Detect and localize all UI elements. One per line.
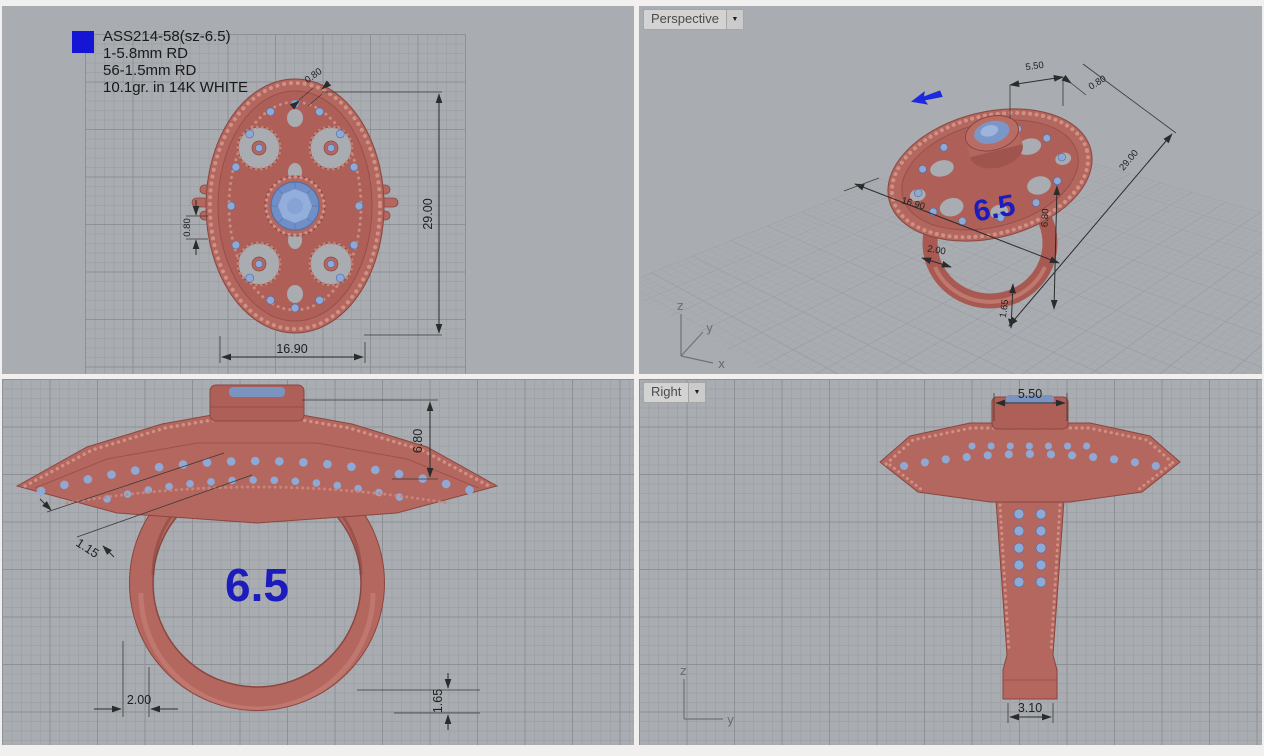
- front-bezel: [209, 384, 305, 422]
- viewport-dropdown-button[interactable]: ▼: [688, 383, 706, 402]
- annotation-line-2: 1-5.8mm RD: [103, 45, 189, 62]
- dim-bezel-width-value: 5.50: [1025, 60, 1045, 73]
- annotation-line-4: 10.1gr. in 14K WHITE: [103, 79, 249, 96]
- viewport-tab-perspective[interactable]: Perspective ▼: [643, 9, 744, 30]
- axis-z-label: z: [680, 664, 686, 678]
- dim-shank-width-right[interactable]: 3.10: [1007, 701, 1054, 723]
- layer-color-swatch: [72, 31, 94, 53]
- dim-shoulder-value: 1.15: [73, 536, 101, 561]
- dim-bead-side[interactable]: 0.80: [182, 200, 208, 255]
- viewport-right[interactable]: Right ▼ 5.50 3.10 z y: [639, 379, 1262, 745]
- viewport-top[interactable]: ASS214-58(sz-6.5) 1-5.8mm RD 56-1.5mm RD…: [2, 6, 634, 374]
- viewport-tab-right[interactable]: Right ▼: [643, 382, 707, 403]
- annotation-line-3: 56-1.5mm RD: [103, 62, 197, 79]
- ring-render-top-view[interactable]: [191, 78, 399, 334]
- viewport-perspective[interactable]: Perspective ▼ 5.50 0.80 29.00 16.90 6.80…: [639, 6, 1262, 374]
- perspective-canvas: 5.50 0.80 29.00 16.90 6.80 2.00 1.65 6.5…: [677, 60, 1177, 371]
- dim-width-1690[interactable]: 16.90: [219, 336, 366, 363]
- axis-x-label: x: [718, 357, 725, 371]
- dim-bead-value: 0.80: [1087, 73, 1109, 92]
- annotation-text: ASS214-58(sz-6.5) 1-5.8mm RD 56-1.5mm RD…: [103, 28, 248, 96]
- dim-width-value: 16.90: [276, 342, 307, 356]
- dim-band-thickness-persp-value: 1.65: [998, 299, 1011, 319]
- dim-shank-width-value: 3.10: [1018, 701, 1042, 715]
- viewport-dropdown-button[interactable]: ▼: [725, 10, 743, 29]
- dim-band-width-front-value: 2.00: [127, 693, 151, 707]
- dim-bead-side-value: 0.80: [182, 218, 193, 237]
- annotation-line-1: ASS214-58(sz-6.5): [103, 28, 231, 45]
- ring-render-right-view[interactable]: [879, 395, 1181, 700]
- center-gem: [264, 175, 326, 237]
- viewport-tab-label: Perspective: [651, 11, 719, 26]
- direction-arrow[interactable]: [909, 87, 943, 108]
- front-view-canvas: 6.5 6.80 1.15 2.00 1.65: [15, 384, 499, 730]
- viewport-tab-label: Right: [651, 384, 682, 399]
- model-annotation[interactable]: ASS214-58(sz-6.5) 1-5.8mm RD 56-1.5mm RD…: [72, 28, 248, 96]
- dim-height-value: 29.00: [421, 198, 435, 229]
- chevron-down-icon: ▼: [731, 15, 739, 24]
- cad-window: ASS214-58(sz-6.5) 1-5.8mm RD 56-1.5mm RD…: [0, 0, 1264, 756]
- ring-size-text-front[interactable]: 6.5: [225, 559, 289, 611]
- chevron-down-icon: ▼: [693, 388, 701, 397]
- axis-y-label: y: [727, 713, 734, 727]
- dim-band-thickness-front[interactable]: 1.65: [357, 673, 480, 730]
- axis-gizmo-right: z y: [680, 664, 734, 727]
- right-view-canvas: 5.50 3.10 z y: [680, 387, 1181, 727]
- axis-z-label: z: [677, 299, 683, 313]
- dim-band-thickness-front-value: 1.65: [431, 689, 445, 713]
- dim-bezel-width-right-value: 5.50: [1018, 387, 1042, 401]
- axis-y-label: y: [706, 321, 713, 335]
- dim-head-height-value: 6.80: [1040, 208, 1052, 227]
- viewport-front[interactable]: 6.5 6.80 1.15 2.00 1.65: [2, 379, 634, 745]
- dim-height-persp-value: 29.00: [1117, 148, 1141, 173]
- dim-bead-persp[interactable]: 0.80: [1061, 73, 1109, 96]
- axis-gizmo-perspective: z y x: [677, 299, 725, 371]
- dim-head-height-front-value: 6.80: [411, 429, 425, 453]
